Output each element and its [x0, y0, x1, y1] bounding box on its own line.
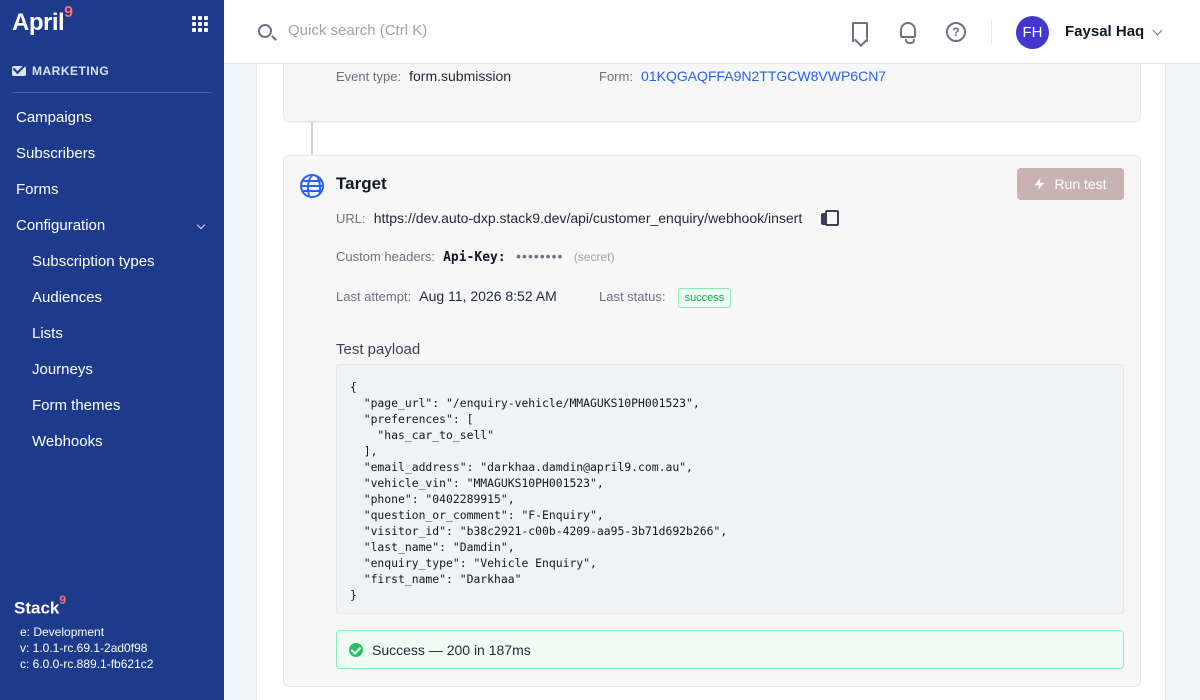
form-link[interactable]: 01KQGAQFFA9N2TTGCW8VWP6CN7: [641, 68, 886, 84]
event-type-row: Event type: form.submission: [336, 68, 512, 84]
search-icon[interactable]: [258, 24, 272, 38]
sidebar-item-forms[interactable]: Forms: [0, 172, 224, 208]
core-version-text: c: 6.0.0-rc.889.1-fb621c2: [20, 657, 154, 671]
stack-logo-text: Stack: [14, 598, 60, 618]
app-logo[interactable]: April9: [12, 4, 73, 37]
help-icon[interactable]: ?: [946, 22, 966, 42]
section-title-text: MARKETING: [32, 64, 110, 78]
header-secret: ••••••••: [516, 248, 564, 264]
last-attempt-value: Aug 11, 2026 8:52 AM: [419, 288, 557, 304]
bookmark-icon[interactable]: [852, 22, 868, 42]
event-type-label: Event type: [336, 69, 398, 84]
section-title: MARKETING: [12, 64, 109, 78]
chevron-down-icon: [196, 220, 206, 230]
sidebar: April9 MARKETING Campaigns Subscribers F…: [0, 0, 224, 700]
payload-label: Test payload: [336, 341, 421, 358]
sidebar-item-lists[interactable]: Lists: [0, 316, 224, 352]
status-badge: success: [677, 288, 732, 308]
logo-text: April: [12, 9, 65, 36]
version-text: v: 1.0.1-rc.69.1-2ad0f98: [20, 641, 148, 655]
header-key: Api-Key:: [443, 250, 506, 265]
url-label: URL: [336, 211, 363, 226]
sidebar-item-configuration[interactable]: Configuration: [0, 208, 224, 244]
logo-mark: 9: [64, 4, 73, 21]
run-test-button[interactable]: Run test: [1017, 168, 1124, 200]
run-test-label: Run test: [1054, 176, 1107, 192]
flow-connector: [311, 122, 313, 155]
secret-note: (secret): [573, 250, 615, 264]
user-name[interactable]: Faysal Haq: [1065, 23, 1144, 40]
event-type-value: form.submission: [409, 68, 512, 84]
search-input[interactable]: Quick search (Ctrl K): [288, 22, 427, 39]
chevron-down-icon[interactable]: [1152, 25, 1163, 36]
sidebar-nav: Campaigns Subscribers Forms Configuratio…: [0, 100, 224, 460]
sidebar-item-form-themes[interactable]: Form themes: [0, 388, 224, 424]
grid-icon[interactable]: [192, 16, 208, 32]
sidebar-divider: [12, 92, 212, 93]
sidebar-item-webhooks[interactable]: Webhooks: [0, 424, 224, 460]
sidebar-item-campaigns[interactable]: Campaigns: [0, 100, 224, 136]
sidebar-item-journeys[interactable]: Journeys: [0, 352, 224, 388]
form-row: Form: 01KQGAQFFA9N2TTGCW8VWP6CN7: [599, 68, 887, 84]
sidebar-item-audiences[interactable]: Audiences: [0, 280, 224, 316]
avatar[interactable]: FH: [1016, 16, 1049, 49]
url-row: URL: https://dev.auto-dxp.stack9.dev/api…: [336, 210, 839, 228]
sidebar-item-label: Configuration: [16, 217, 106, 234]
version-info: e: Development v: 1.0.1-rc.69.1-2ad0f98 …: [20, 624, 153, 672]
payload-code[interactable]: { "page_url": "/enquiry-vehicle/MMAGUKS1…: [336, 364, 1124, 614]
top-bar: Quick search (Ctrl K) ? FH Faysal Haq: [224, 0, 1200, 64]
form-label: Form: [599, 69, 630, 84]
last-attempt-label: Last attempt: [336, 289, 408, 304]
last-attempt-row: Last attempt: Aug 11, 2026 8:52 AM: [336, 288, 557, 304]
last-status-row: Last status: success: [599, 288, 732, 308]
globe-icon: [300, 174, 324, 198]
target-title: Target: [336, 174, 387, 193]
bolt-icon: [1034, 178, 1045, 190]
env-text: e: Development: [20, 625, 105, 639]
check-circle-icon: [349, 642, 363, 657]
success-alert: Success — 200 in 187ms: [336, 630, 1124, 669]
success-message: Success — 200 in 187ms: [372, 641, 531, 658]
divider: [991, 20, 992, 44]
mail-icon: [12, 66, 26, 76]
last-status-label: Last status: [599, 289, 662, 304]
bell-icon[interactable]: [900, 22, 916, 44]
custom-headers-label: Custom headers: [336, 249, 432, 264]
sidebar-item-subscribers[interactable]: Subscribers: [0, 136, 224, 172]
stack-logo-mark: 9: [59, 593, 67, 607]
copy-icon[interactable]: [820, 210, 839, 226]
custom-headers-row: Custom headers: Api-Key: •••••••• (secre…: [336, 248, 615, 265]
url-value: https://dev.auto-dxp.stack9.dev/api/cust…: [373, 210, 803, 226]
divider: [283, 122, 1141, 123]
sidebar-item-subscription-types[interactable]: Subscription types: [0, 244, 224, 280]
stack-logo: Stack9: [14, 593, 67, 619]
